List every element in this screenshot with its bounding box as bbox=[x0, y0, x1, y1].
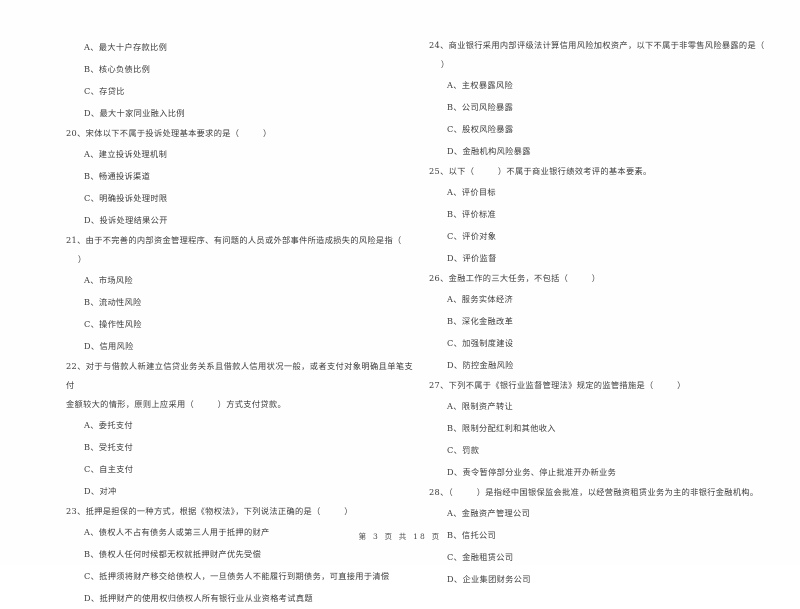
question-option: D、责令暂停部分业务、停止批准开办新业务 bbox=[447, 467, 617, 477]
question-option: B、评价标准 bbox=[447, 209, 497, 219]
two-column-body: A、最大十户存款比例 B、核心负债比例 C、存贷比 D、最大十家同业融入比例 20、宋体… bbox=[0, 36, 800, 609]
question-option: C、明确投诉处理时限 bbox=[84, 193, 168, 203]
question-stem: 24、商业银行采用内部评级法计算信用风险加权资产，以下不属于非零售风险暴露的是（… bbox=[429, 40, 765, 69]
question-option: D、金融机构风险暴露 bbox=[447, 146, 531, 156]
question-option: D、信用风险 bbox=[84, 341, 134, 351]
question-option: B、核心负债比例 bbox=[84, 64, 151, 74]
page-footer: 第 3 页 共 18 页 bbox=[358, 532, 442, 541]
question-option: B、公司风险暴露 bbox=[447, 102, 514, 112]
question-option: A、限制资产转让 bbox=[447, 401, 514, 411]
question-option: A、委托支付 bbox=[84, 420, 133, 430]
question-option: A、服务实体经济 bbox=[447, 294, 514, 304]
question-stem: 28、（ ）是指经中国银保监会批准，以经营融资租赁业务为主的非银行金融机构。 bbox=[429, 487, 759, 497]
question-stem: 23、抵押是担保的一种方式，根据《物权法》，下列说法正确的是（ ） bbox=[66, 506, 353, 516]
question-option: C、罚款 bbox=[447, 445, 480, 455]
question-option: D、对冲 bbox=[84, 486, 117, 496]
question-option: B、受托支付 bbox=[84, 442, 134, 452]
question-stem: 22、对于与借款人新建立信贷业务关系且借款人信用状况一般，或者支付对象明确且单笔… bbox=[66, 361, 413, 409]
question-option: D、抵押财产的使用权归债权人所有银行业从业资格考试真题 bbox=[84, 593, 313, 603]
question-option: C、存贷比 bbox=[84, 86, 125, 96]
question-stem: 21、由于不完善的内部资金管理程序、有问题的人员或外部事件所造成损失的风险是指（… bbox=[66, 235, 402, 264]
question-option: A、最大十户存款比例 bbox=[84, 42, 168, 52]
question-option: A、评价目标 bbox=[447, 187, 496, 197]
question-stem: 25、以下（ ）不属于商业银行绩效考评的基本要素。 bbox=[429, 166, 652, 176]
right-column: 24、商业银行采用内部评级法计算信用风险加权资产，以下不属于非零售风险暴露的是（… bbox=[421, 36, 776, 590]
question-option: B、畅通投诉渠道 bbox=[84, 171, 151, 181]
question-option: C、加强制度建设 bbox=[447, 338, 514, 348]
question-option: B、流动性风险 bbox=[84, 297, 142, 307]
question-option: B、深化金融改革 bbox=[447, 316, 514, 326]
question-option: A、建立投诉处理机制 bbox=[84, 149, 168, 159]
exam-paper-page: A、最大十户存款比例 B、核心负债比例 C、存贷比 D、最大十家同业融入比例 20、宋体… bbox=[0, 0, 800, 603]
question-option: D、评价监督 bbox=[447, 253, 497, 263]
question-option: A、市场风险 bbox=[84, 275, 133, 285]
question-option: B、债权人任何时候都无权就抵押财产优先受偿 bbox=[84, 549, 262, 559]
question-option: D、企业集团财务公司 bbox=[447, 574, 531, 584]
question-stem: 20、宋体以下不属于投诉处理基本要求的是（ ） bbox=[66, 128, 272, 138]
left-column: A、最大十户存款比例 B、核心负债比例 C、存贷比 D、最大十家同业融入比例 20、宋体… bbox=[58, 36, 413, 609]
question-option: C、评价对象 bbox=[447, 231, 497, 241]
question-option: B、限制分配红利和其他收入 bbox=[447, 423, 556, 433]
question-option: A、金融资产管理公司 bbox=[447, 508, 531, 518]
question-option: C、股权风险暴露 bbox=[447, 124, 514, 134]
question-option: D、最大十家同业融入比例 bbox=[84, 108, 185, 118]
question-option: A、主权暴露风险 bbox=[447, 80, 514, 90]
question-stem: 27、下列不属于《银行业监督管理法》规定的监管措施是（ ） bbox=[429, 380, 686, 390]
question-option: D、防控金融风险 bbox=[447, 360, 514, 370]
question-option: C、操作性风险 bbox=[84, 319, 142, 329]
question-option: D、投诉处理结果公开 bbox=[84, 215, 168, 225]
question-option: C、自主支付 bbox=[84, 464, 134, 474]
question-stem: 26、金融工作的三大任务，不包括（ ） bbox=[429, 273, 601, 283]
question-option: C、抵押须将财产移交给债权人，一旦债务人不能履行到期债务，可直接用于清偿 bbox=[84, 571, 390, 581]
